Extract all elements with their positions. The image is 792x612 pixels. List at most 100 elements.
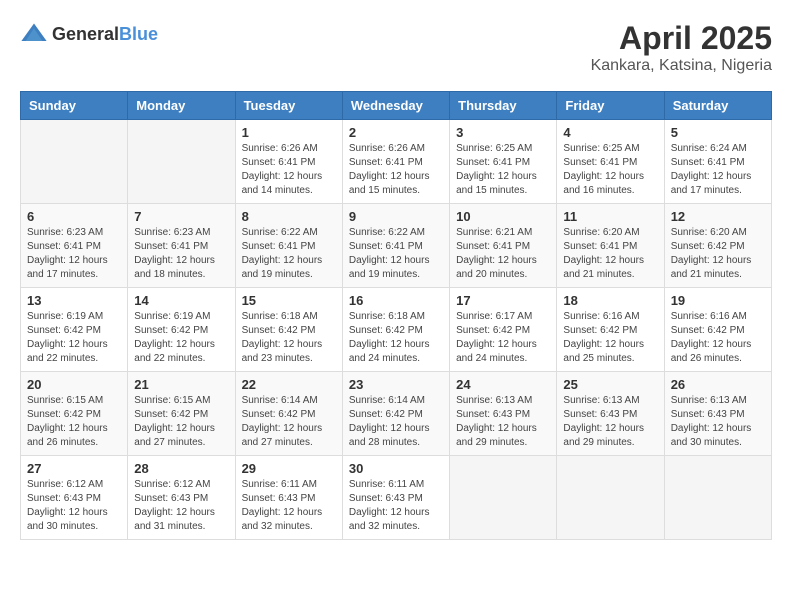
calendar-cell: 9 Sunrise: 6:22 AMSunset: 6:41 PMDaylight…: [342, 204, 449, 288]
day-number: 2: [349, 125, 443, 140]
location-subtitle: Kankara, Katsina, Nigeria: [591, 57, 772, 75]
calendar-cell: 15Sunrise: 6:18 AMSunset: 6:42 PMDayligh…: [235, 288, 342, 372]
weekday-header: Wednesday: [342, 92, 449, 120]
calendar-cell: 13 Sunrise: 6:19 AMSunset: 6:42 PMDayligh…: [21, 288, 128, 372]
weekday-header: Friday: [557, 92, 664, 120]
calendar-week-row: 6 Sunrise: 6:23 AMSunset: 6:41 PMDaylight…: [21, 204, 772, 288]
calendar-cell: 26 Sunrise: 6:13 AMSunset: 6:43 PMDayligh…: [664, 372, 771, 456]
calendar-cell: [128, 120, 235, 204]
calendar-cell: [557, 456, 664, 540]
calendar-cell: [21, 120, 128, 204]
calendar-cell: 1 Sunrise: 6:26 AMSunset: 6:41 PMDaylight…: [235, 120, 342, 204]
calendar-cell: 24Sunrise: 6:13 AMSunset: 6:43 PMDayligh…: [450, 372, 557, 456]
day-number: 16: [349, 293, 443, 308]
day-detail: Sunrise: 6:14 AMSunset: 6:42 PMDaylight:…: [242, 394, 336, 450]
day-detail: Sunrise: 6:16 AMSunset: 6:42 PMDaylight:…: [563, 310, 657, 366]
day-detail: Sunrise: 6:23 AMSunset: 6:41 PMDaylight:…: [134, 226, 228, 282]
weekday-header: Tuesday: [235, 92, 342, 120]
day-detail: Sunrise: 6:22 AMSunset: 6:41 PMDaylight:…: [242, 226, 336, 282]
logo-icon: [20, 20, 48, 48]
calendar-cell: 12 Sunrise: 6:20 AMSunset: 6:42 PMDayligh…: [664, 204, 771, 288]
calendar-cell: 20 Sunrise: 6:15 AMSunset: 6:42 PMDayligh…: [21, 372, 128, 456]
calendar-cell: 2 Sunrise: 6:26 AMSunset: 6:41 PMDaylight…: [342, 120, 449, 204]
calendar-cell: 21 Sunrise: 6:15 AMSunset: 6:42 PMDayligh…: [128, 372, 235, 456]
day-number: 1: [242, 125, 336, 140]
calendar-table: SundayMondayTuesdayWednesdayThursdayFrid…: [20, 91, 772, 540]
logo-text-general: General: [52, 24, 119, 44]
day-detail: Sunrise: 6:22 AMSunset: 6:41 PMDaylight:…: [349, 226, 443, 282]
day-number: 13: [27, 293, 121, 308]
day-detail: Sunrise: 6:18 AMSunset: 6:42 PMDaylight:…: [349, 310, 443, 366]
day-detail: Sunrise: 6:13 AMSunset: 6:43 PMDaylight:…: [563, 394, 657, 450]
day-number: 27: [27, 461, 121, 476]
day-detail: Sunrise: 6:26 AMSunset: 6:41 PMDaylight:…: [349, 142, 443, 198]
day-detail: Sunrise: 6:18 AMSunset: 6:42 PMDaylight:…: [242, 310, 336, 366]
calendar-cell: 6 Sunrise: 6:23 AMSunset: 6:41 PMDaylight…: [21, 204, 128, 288]
day-number: 17: [456, 293, 550, 308]
day-number: 4: [563, 125, 657, 140]
day-number: 22: [242, 377, 336, 392]
weekday-header: Saturday: [664, 92, 771, 120]
day-detail: Sunrise: 6:26 AMSunset: 6:41 PMDaylight:…: [242, 142, 336, 198]
day-number: 25: [563, 377, 657, 392]
day-detail: Sunrise: 6:15 AMSunset: 6:42 PMDaylight:…: [27, 394, 121, 450]
day-number: 21: [134, 377, 228, 392]
logo: GeneralBlue: [20, 20, 158, 48]
calendar-header-row: SundayMondayTuesdayWednesdayThursdayFrid…: [21, 92, 772, 120]
calendar-cell: 28Sunrise: 6:12 AMSunset: 6:43 PMDayligh…: [128, 456, 235, 540]
day-detail: Sunrise: 6:20 AMSunset: 6:42 PMDaylight:…: [671, 226, 765, 282]
calendar-cell: 22 Sunrise: 6:14 AMSunset: 6:42 PMDayligh…: [235, 372, 342, 456]
calendar-cell: 30 Sunrise: 6:11 AMSunset: 6:43 PMDayligh…: [342, 456, 449, 540]
weekday-header: Sunday: [21, 92, 128, 120]
day-detail: Sunrise: 6:20 AMSunset: 6:41 PMDaylight:…: [563, 226, 657, 282]
day-number: 6: [27, 209, 121, 224]
day-number: 12: [671, 209, 765, 224]
calendar-cell: 19 Sunrise: 6:16 AMSunset: 6:42 PMDayligh…: [664, 288, 771, 372]
calendar-cell: 7 Sunrise: 6:23 AMSunset: 6:41 PMDaylight…: [128, 204, 235, 288]
day-number: 23: [349, 377, 443, 392]
day-number: 20: [27, 377, 121, 392]
calendar-cell: 17 Sunrise: 6:17 AMSunset: 6:42 PMDayligh…: [450, 288, 557, 372]
calendar-cell: 14Sunrise: 6:19 AMSunset: 6:42 PMDayligh…: [128, 288, 235, 372]
calendar-cell: 25 Sunrise: 6:13 AMSunset: 6:43 PMDayligh…: [557, 372, 664, 456]
day-number: 19: [671, 293, 765, 308]
day-detail: Sunrise: 6:11 AMSunset: 6:43 PMDaylight:…: [349, 478, 443, 534]
day-number: 3: [456, 125, 550, 140]
day-number: 30: [349, 461, 443, 476]
calendar-cell: 4 Sunrise: 6:25 AMSunset: 6:41 PMDaylight…: [557, 120, 664, 204]
day-detail: Sunrise: 6:12 AMSunset: 6:43 PMDaylight:…: [27, 478, 121, 534]
day-number: 26: [671, 377, 765, 392]
day-detail: Sunrise: 6:25 AMSunset: 6:41 PMDaylight:…: [563, 142, 657, 198]
day-detail: Sunrise: 6:21 AMSunset: 6:41 PMDaylight:…: [456, 226, 550, 282]
day-number: 24: [456, 377, 550, 392]
day-number: 29: [242, 461, 336, 476]
day-number: 8: [242, 209, 336, 224]
day-detail: Sunrise: 6:13 AMSunset: 6:43 PMDaylight:…: [671, 394, 765, 450]
day-detail: Sunrise: 6:24 AMSunset: 6:41 PMDaylight:…: [671, 142, 765, 198]
page-header: GeneralBlue April 2025 Kankara, Katsina,…: [20, 20, 772, 75]
day-detail: Sunrise: 6:25 AMSunset: 6:41 PMDaylight:…: [456, 142, 550, 198]
calendar-cell: [664, 456, 771, 540]
calendar-cell: 16 Sunrise: 6:18 AMSunset: 6:42 PMDayligh…: [342, 288, 449, 372]
calendar-week-row: 27 Sunrise: 6:12 AMSunset: 6:43 PMDayligh…: [21, 456, 772, 540]
calendar-cell: 5 Sunrise: 6:24 AMSunset: 6:41 PMDaylight…: [664, 120, 771, 204]
calendar-week-row: 13 Sunrise: 6:19 AMSunset: 6:42 PMDayligh…: [21, 288, 772, 372]
day-number: 7: [134, 209, 228, 224]
day-number: 11: [563, 209, 657, 224]
calendar-cell: 8 Sunrise: 6:22 AMSunset: 6:41 PMDaylight…: [235, 204, 342, 288]
day-number: 28: [134, 461, 228, 476]
main-title: April 2025: [591, 20, 772, 57]
calendar-cell: [450, 456, 557, 540]
calendar-week-row: 1 Sunrise: 6:26 AMSunset: 6:41 PMDaylight…: [21, 120, 772, 204]
weekday-header: Monday: [128, 92, 235, 120]
day-detail: Sunrise: 6:16 AMSunset: 6:42 PMDaylight:…: [671, 310, 765, 366]
day-detail: Sunrise: 6:17 AMSunset: 6:42 PMDaylight:…: [456, 310, 550, 366]
logo-text-blue: Blue: [119, 24, 158, 44]
day-number: 9: [349, 209, 443, 224]
day-detail: Sunrise: 6:15 AMSunset: 6:42 PMDaylight:…: [134, 394, 228, 450]
calendar-cell: 27 Sunrise: 6:12 AMSunset: 6:43 PMDayligh…: [21, 456, 128, 540]
day-detail: Sunrise: 6:23 AMSunset: 6:41 PMDaylight:…: [27, 226, 121, 282]
day-detail: Sunrise: 6:19 AMSunset: 6:42 PMDaylight:…: [27, 310, 121, 366]
day-detail: Sunrise: 6:19 AMSunset: 6:42 PMDaylight:…: [134, 310, 228, 366]
day-number: 5: [671, 125, 765, 140]
